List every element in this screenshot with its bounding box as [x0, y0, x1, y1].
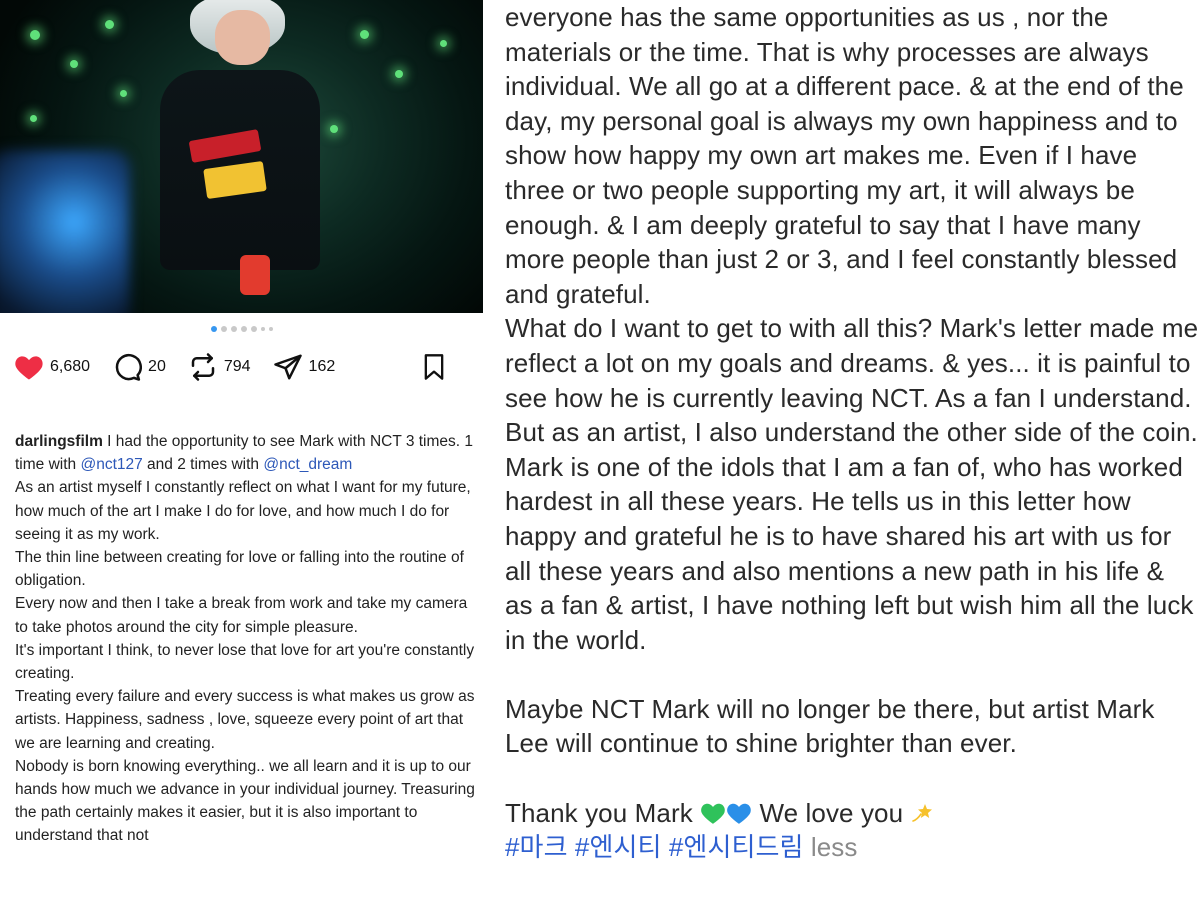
hashtag-links[interactable]: #마크 #엔시티 #엔시티드림: [505, 832, 804, 862]
green-heart-emoji: [701, 803, 725, 824]
caption-text: and 2 times with: [142, 456, 264, 474]
save-button[interactable]: [421, 353, 447, 381]
comment-count: 20: [148, 358, 166, 375]
carousel-indicator: [0, 326, 483, 332]
caption-paragraph: everyone has the same opportunities as u…: [505, 2, 1184, 309]
carousel-dot: [250, 326, 257, 332]
stage-light: [70, 60, 78, 68]
mention-link[interactable]: @nct127: [80, 456, 142, 473]
post-photo[interactable]: [0, 0, 483, 313]
carousel-dot: [220, 326, 227, 332]
mention-link[interactable]: @nct_dream: [263, 456, 352, 473]
like-button[interactable]: 6,680: [14, 353, 90, 381]
stage-light: [30, 30, 40, 40]
phone-screen-blur: [0, 150, 130, 313]
caption-paragraph: Every now and then I take a break from w…: [15, 595, 472, 636]
thanks-text: We love you: [752, 797, 911, 828]
repost-button[interactable]: 794: [188, 352, 251, 382]
share-button[interactable]: 162: [273, 352, 336, 382]
heart-icon: [15, 356, 43, 380]
comment-icon: [115, 353, 143, 381]
stage-light: [395, 70, 403, 78]
caption-paragraph: Treating every failure and every success…: [15, 688, 479, 752]
caption-paragraph: The thin line between creating for love …: [15, 549, 469, 590]
post-caption: darlingsfilm I had the opportunity to se…: [15, 430, 475, 848]
caption-paragraph: As an artist myself I constantly reflect…: [15, 479, 476, 543]
stage-light: [105, 20, 114, 29]
thanks-text: Thank you Mark: [505, 797, 701, 828]
caption-continued-text: everyone has the same opportunities as u…: [505, 0, 1199, 865]
caption-username[interactable]: darlingsfilm: [15, 433, 103, 450]
caption-paragraph: Maybe NCT Mark will no longer be there, …: [505, 693, 1155, 759]
stage-light: [440, 40, 447, 47]
caption-paragraph: Nobody is born knowing everything.. we a…: [15, 757, 480, 845]
blue-heart-emoji: [727, 803, 751, 824]
caption-continued-panel: everyone has the same opportunities as u…: [490, 0, 1199, 906]
caption-paragraph: Mark is one of the idols that I am a fan…: [505, 451, 1194, 655]
repost-count: 794: [223, 358, 251, 375]
comment-button[interactable]: 20: [112, 352, 166, 382]
less-button[interactable]: less: [811, 832, 858, 862]
carousel-dot: [230, 326, 237, 332]
share-count: 162: [308, 358, 336, 375]
stage-light: [120, 90, 127, 97]
thanks-line: Thank you Mark We love you: [505, 796, 1199, 831]
post-actions: 6,680 20 794 162: [14, 350, 469, 384]
caption-paragraph: What do I want to get to with all this? …: [505, 313, 1199, 448]
caption-paragraph: It's important I think, to never lose th…: [15, 641, 479, 683]
performer-figure: [160, 0, 340, 313]
bookmark-icon: [424, 354, 444, 380]
carousel-dot: [268, 327, 273, 331]
stage-light: [360, 30, 369, 39]
repost-icon: [191, 353, 215, 381]
post-panel: 6,680 20 794 162 darlingsfilm I had the …: [0, 0, 483, 906]
carousel-dot: [210, 326, 217, 332]
carousel-dot: [260, 327, 265, 331]
caption-intro: darlingsfilm I had the opportunity to se…: [15, 430, 475, 476]
carousel-dot: [240, 326, 247, 332]
share-icon: [273, 354, 302, 380]
hashtags-line: #마크 #엔시티 #엔시티드림 less: [505, 830, 1199, 865]
stage-light: [30, 115, 37, 122]
dizzy-star-emoji: [912, 803, 933, 822]
like-count: 6,680: [50, 358, 91, 375]
